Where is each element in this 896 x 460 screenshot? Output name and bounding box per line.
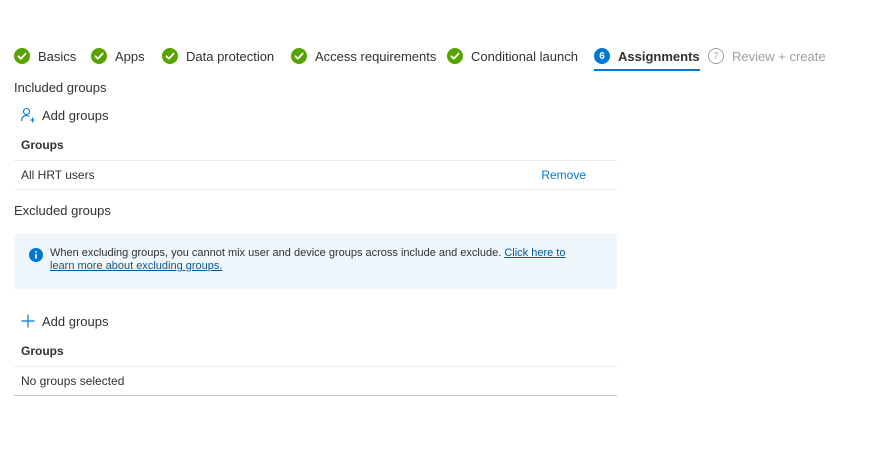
step-label: Apps	[115, 48, 145, 64]
column-header-groups: Groups	[14, 130, 617, 161]
step-label: Assignments	[618, 48, 700, 64]
excluded-groups-title: Excluded groups	[14, 203, 111, 218]
step-apps[interactable]: Apps	[91, 42, 145, 70]
included-groups-table: Groups All HRT users Remove	[14, 130, 617, 190]
step-label: Conditional launch	[471, 48, 578, 64]
step-conditional-launch[interactable]: Conditional launch	[447, 42, 578, 70]
plus-icon	[20, 313, 36, 329]
group-name: All HRT users	[21, 168, 95, 182]
info-message-bar: When excluding groups, you cannot mix us…	[14, 234, 617, 289]
step-data-protection[interactable]: Data protection	[162, 42, 274, 70]
info-text: When excluding groups, you cannot mix us…	[50, 247, 502, 259]
add-groups-label: Add groups	[42, 313, 109, 329]
info-icon	[29, 248, 43, 262]
step-number: 6	[594, 48, 610, 64]
step-number-badge: 7	[708, 48, 724, 64]
checkmark-circle-icon	[91, 48, 107, 64]
step-assignments[interactable]: 6 Assignments	[594, 42, 700, 71]
step-label: Review + create	[732, 48, 826, 64]
remove-button[interactable]: Remove	[541, 161, 586, 189]
add-excluded-groups-button[interactable]: Add groups	[20, 311, 109, 331]
column-header-groups: Groups	[14, 336, 617, 367]
add-user-icon	[20, 107, 36, 123]
info-message: When excluding groups, you cannot mix us…	[50, 247, 590, 273]
step-number-badge: 6	[594, 48, 610, 64]
add-groups-label: Add groups	[42, 107, 109, 123]
empty-state-text: No groups selected	[21, 374, 125, 388]
checkmark-circle-icon	[14, 48, 30, 64]
step-label: Data protection	[186, 48, 275, 64]
checkmark-circle-icon	[291, 48, 307, 64]
add-included-groups-button[interactable]: Add groups	[20, 105, 109, 125]
step-label: Basics	[38, 48, 77, 64]
step-number: 7	[708, 48, 724, 64]
step-label: Access requirements	[315, 48, 437, 64]
checkmark-circle-icon	[162, 48, 178, 64]
step-access-requirements[interactable]: Access requirements	[291, 42, 436, 70]
table-row: All HRT users Remove	[14, 161, 617, 190]
excluded-groups-table: Groups No groups selected	[14, 336, 617, 396]
included-groups-title: Included groups	[14, 80, 107, 95]
step-basics[interactable]: Basics	[14, 42, 76, 70]
empty-state-row: No groups selected	[14, 367, 617, 396]
step-review-create: 7 Review + create	[708, 42, 826, 70]
checkmark-circle-icon	[447, 48, 463, 64]
